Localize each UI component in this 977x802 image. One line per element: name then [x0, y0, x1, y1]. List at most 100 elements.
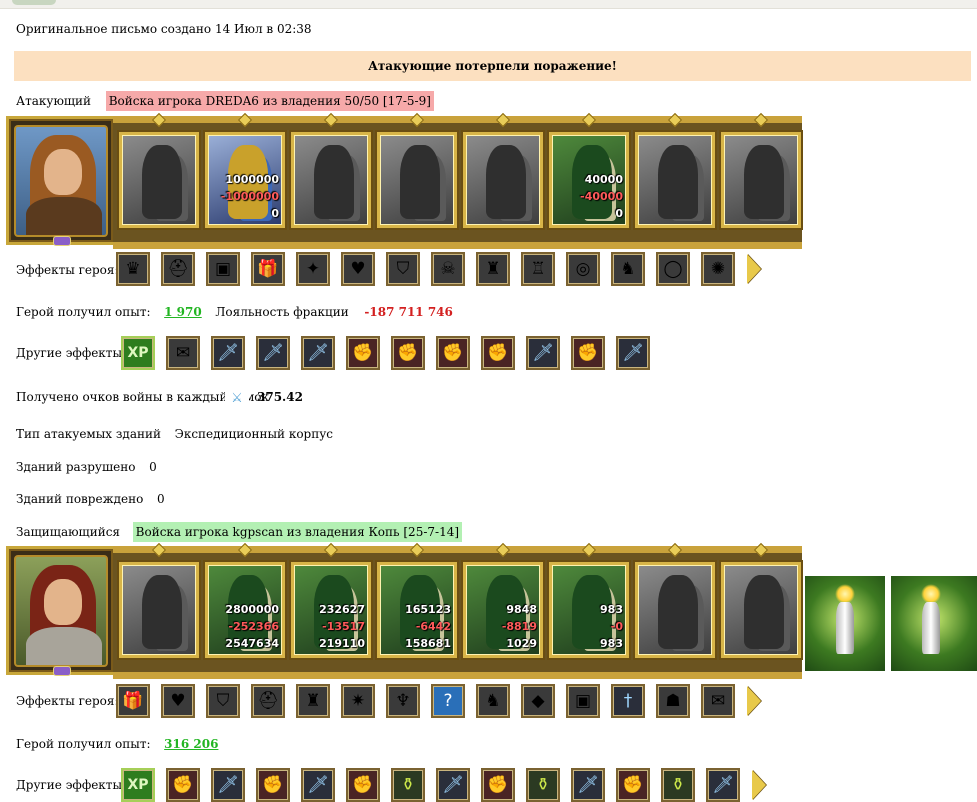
unit-remaining: 0 — [615, 207, 623, 220]
frame-gem-icon — [753, 112, 769, 128]
heart-icon[interactable]: ♥ — [341, 252, 375, 286]
chest-icon[interactable]: ▣ — [206, 252, 240, 286]
army-unit-slot[interactable]: 40000 -40000 0 — [549, 132, 629, 228]
scarab-icon[interactable]: ✺ — [701, 252, 735, 286]
question-icon[interactable]: ? — [431, 684, 465, 718]
damaged-line: Зданий повреждено 0 — [16, 492, 165, 506]
fist-icon[interactable]: ✊ — [481, 336, 515, 370]
attacker-hero-portrait[interactable] — [6, 116, 116, 246]
attacker-exp-label: Герой получил опыт: — [16, 305, 151, 319]
skull-icon[interactable]: ☠ — [431, 252, 465, 286]
unit-losses: -0 — [610, 620, 623, 633]
boots-icon[interactable]: ♞ — [611, 252, 645, 286]
top-bar — [0, 0, 977, 9]
fist-icon[interactable]: ✊ — [481, 768, 515, 802]
armor-icon[interactable]: ♜ — [476, 252, 510, 286]
frame-gem-icon — [753, 542, 769, 558]
unit-count: 983 — [600, 603, 623, 616]
army-unit-slot[interactable]: 2800000 -252366 2547634 — [205, 562, 285, 658]
defender-exp-line: Герой получил опыт: 316 206 — [16, 737, 218, 751]
bracelet-icon[interactable]: ◯ — [656, 252, 690, 286]
fist-icon[interactable]: ✊ — [571, 336, 605, 370]
helmet-icon[interactable]: ⛑ — [161, 252, 195, 286]
fist-icon[interactable]: ✊ — [346, 336, 380, 370]
flask-icon[interactable]: ⚱ — [661, 768, 695, 802]
flask-icon[interactable]: ⚱ — [391, 768, 425, 802]
gem-crown-icon[interactable]: ♛ — [116, 252, 150, 286]
army-unit-slot[interactable]: 1000000 -1000000 0 — [205, 132, 285, 228]
frame-gem-icon — [151, 112, 167, 128]
gift-icon[interactable]: 🎁 — [116, 684, 150, 718]
army-unit-slot[interactable]: 9848 -8819 1029 — [463, 562, 543, 658]
xp-icon[interactable]: XP — [121, 768, 155, 802]
scroll-icon[interactable]: ✉ — [701, 684, 735, 718]
fist-icon[interactable]: ✊ — [616, 768, 650, 802]
heart-icon[interactable]: ♥ — [161, 684, 195, 718]
army-unit-slot[interactable] — [119, 132, 199, 228]
chalice-building-icon[interactable] — [805, 576, 885, 671]
sword-icon[interactable]: 🗡 — [211, 768, 245, 802]
defender-army-link[interactable]: Войска игрока kgpscan из владения Копь [… — [132, 522, 463, 542]
unit-remaining: 0 — [271, 207, 279, 220]
armor-icon[interactable]: ♜ — [296, 684, 330, 718]
fist-icon[interactable]: ✊ — [346, 768, 380, 802]
fist-icon[interactable]: ✊ — [166, 768, 200, 802]
amulet-icon[interactable]: ◆ — [521, 684, 555, 718]
sword-icon[interactable]: 🗡 — [616, 336, 650, 370]
army-unit-slot[interactable]: 165123 -6442 158681 — [377, 562, 457, 658]
defender-label: Защищающийся Войска игрока kgpscan из вл… — [16, 522, 463, 542]
sword-icon[interactable]: 🗡 — [526, 336, 560, 370]
logo-tab[interactable] — [12, 0, 56, 5]
army-unit-slot[interactable]: 983 -0 983 — [549, 562, 629, 658]
star-icon[interactable]: ✷ — [341, 684, 375, 718]
attacker-army-link[interactable]: Войска игрока DREDA6 из владения 50/50 [… — [105, 91, 434, 111]
sword-icon[interactable]: 🗡 — [436, 768, 470, 802]
attacker-exp-value[interactable]: 1 970 — [164, 305, 202, 319]
shield-icon[interactable]: ⛉ — [206, 684, 240, 718]
ring-icon[interactable]: ◎ — [566, 252, 600, 286]
sword-icon[interactable]: 🗡 — [706, 768, 740, 802]
dagger-icon[interactable]: † — [611, 684, 645, 718]
xp-icon[interactable]: XP — [121, 336, 155, 370]
shield-icon[interactable]: ⛉ — [386, 252, 420, 286]
chest-icon[interactable]: ▣ — [566, 684, 600, 718]
next-arrow-icon[interactable] — [746, 683, 762, 719]
sword-icon[interactable]: 🗡 — [571, 768, 605, 802]
gift-icon[interactable]: 🎁 — [251, 252, 285, 286]
attacker-hero-effects-label: Эффекты героя: — [16, 263, 119, 277]
army-unit-slot[interactable] — [635, 132, 715, 228]
defender-exp-value[interactable]: 316 206 — [164, 737, 218, 751]
defender-hero-portrait[interactable] — [6, 546, 116, 676]
fist-icon[interactable]: ✊ — [391, 336, 425, 370]
fist-icon[interactable]: ✊ — [436, 336, 470, 370]
scroll-icon[interactable]: ✉ — [166, 336, 200, 370]
next-arrow-icon[interactable] — [751, 767, 767, 802]
army-unit-slot[interactable]: 232627 -13517 219110 — [291, 562, 371, 658]
sword-icon[interactable]: 🗡 — [211, 336, 245, 370]
sword-icon[interactable]: 🗡 — [301, 768, 335, 802]
treasure-icon[interactable]: ✦ — [296, 252, 330, 286]
army-unit-slot[interactable] — [721, 562, 801, 658]
destroyed-label: Зданий разрушено — [16, 460, 136, 474]
army-unit-slot[interactable] — [721, 132, 801, 228]
flask-icon[interactable]: ⚱ — [526, 768, 560, 802]
army-unit-slot[interactable] — [635, 562, 715, 658]
cuirass-icon[interactable]: ♖ — [521, 252, 555, 286]
chalice-building-icon[interactable] — [891, 576, 977, 671]
helmet-icon[interactable]: ⛑ — [251, 684, 285, 718]
mask-icon[interactable]: ☗ — [656, 684, 690, 718]
army-unit-slot[interactable] — [119, 562, 199, 658]
boots-icon[interactable]: ♞ — [476, 684, 510, 718]
frame-gem-icon — [581, 542, 597, 558]
hero-gem-icon — [53, 666, 71, 676]
crest-icon[interactable]: ♆ — [386, 684, 420, 718]
sword-icon[interactable]: 🗡 — [301, 336, 335, 370]
defender-army-strip: 2800000 -252366 2547634 232627 -13517 219110 1… — [6, 542, 802, 679]
next-arrow-icon[interactable] — [746, 251, 762, 287]
army-unit-slot[interactable] — [291, 132, 371, 228]
army-unit-slot[interactable] — [377, 132, 457, 228]
fist-icon[interactable]: ✊ — [256, 768, 290, 802]
frame-gem-icon — [581, 112, 597, 128]
sword-icon[interactable]: 🗡 — [256, 336, 290, 370]
army-unit-slot[interactable] — [463, 132, 543, 228]
